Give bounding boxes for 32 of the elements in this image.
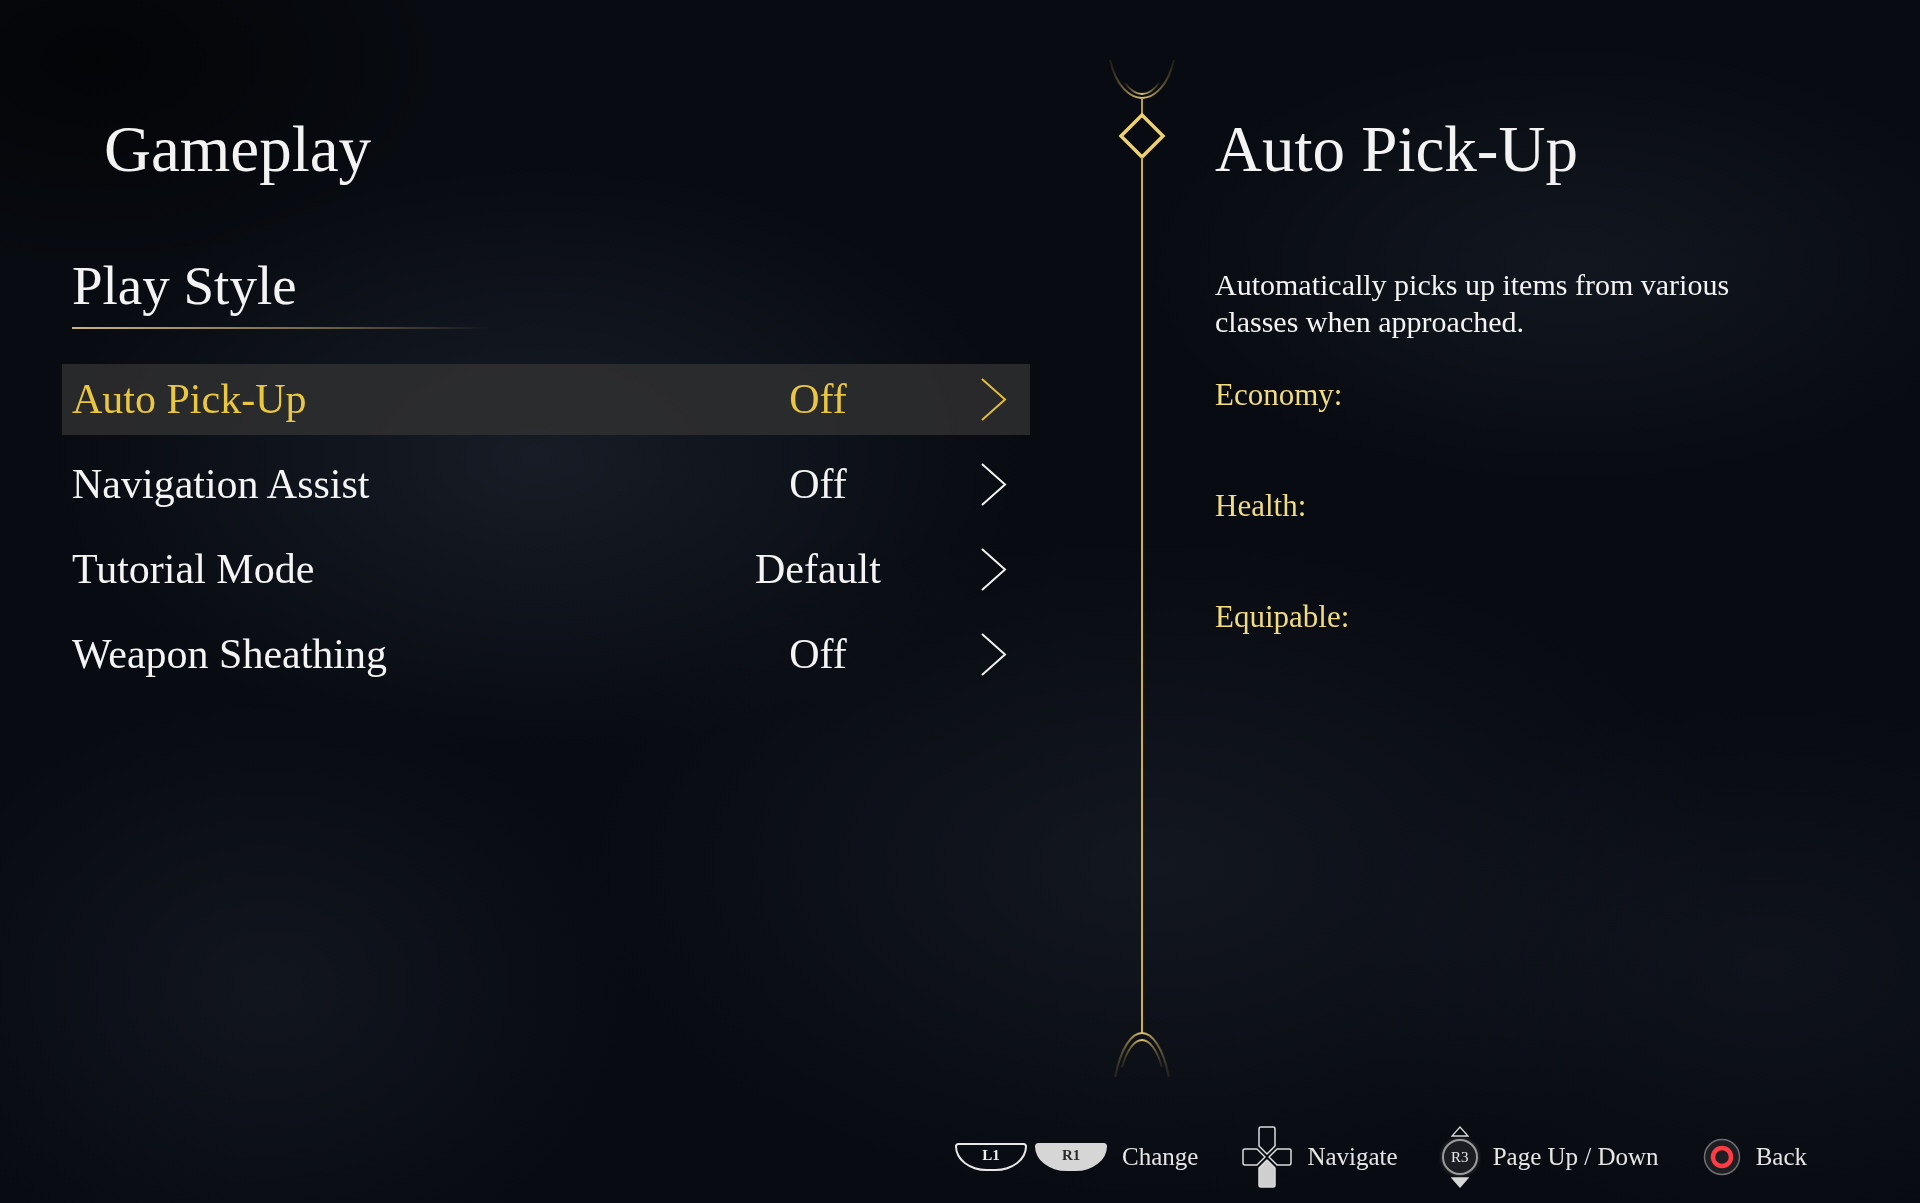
chevron-right-icon [980,547,1007,592]
setting-value: Off [788,630,848,679]
field-label: Health: [1215,487,1307,525]
setting-value: Default [754,545,882,594]
chevron-right-icon [980,377,1007,422]
menu-title: Gameplay [104,112,372,187]
section-title: Play Style [72,254,297,318]
setting-row[interactable]: Navigation Assist Off [62,449,1030,520]
circle-button-icon [1702,1138,1741,1176]
setting-label: Tutorial Mode [72,545,315,594]
triangle-up-icon [1450,1126,1469,1137]
setting-label: Navigation Assist [72,460,370,509]
setting-label: Auto Pick-Up [72,375,307,424]
field-label: Economy: [1215,376,1343,414]
detail-title: Auto Pick-Up [1215,112,1578,187]
setting-row[interactable]: Auto Pick-Up Off [62,364,1030,435]
setting-row[interactable]: Weapon Sheathing Off [62,619,1030,690]
field-label: Equipable: [1215,598,1350,636]
setting-value: Off [788,375,848,424]
detail-description: Automatically picks up items from various classes when approached. [1215,267,1731,340]
chevron-right-icon [980,632,1007,677]
setting-value: Off [788,460,848,509]
hint-label: Page Up / Down [1492,1142,1659,1172]
shoulder-key: R1 [1035,1143,1108,1171]
stick-key: R3 [1441,1139,1478,1175]
shoulder-key: L1 [955,1143,1028,1171]
chevron-right-icon [980,462,1007,507]
hint-label: Back [1755,1142,1807,1172]
hint-label: Change [1122,1142,1199,1172]
setting-row[interactable]: Tutorial Mode Default [62,534,1030,605]
setting-label: Weapon Sheathing [72,630,388,679]
hint-label: Navigate [1307,1142,1398,1172]
